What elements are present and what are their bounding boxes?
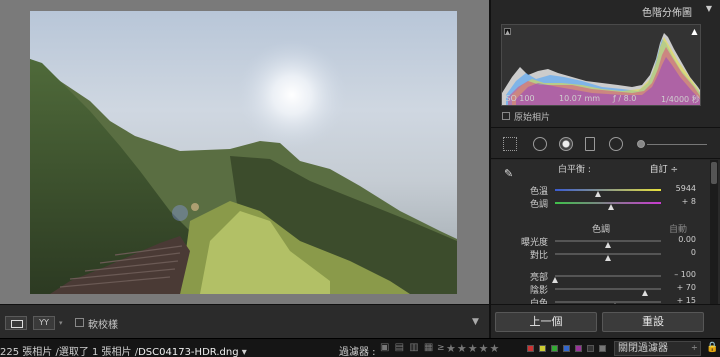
slider-label: 陰影 bbox=[529, 286, 548, 296]
slider-value[interactable]: – 100 bbox=[674, 270, 696, 279]
focal-length-value: 10.07 mm bbox=[559, 94, 601, 103]
slider-value[interactable]: 0.00 bbox=[678, 235, 696, 244]
slider-value[interactable]: + 8 bbox=[682, 197, 696, 206]
aperture-value: ƒ / 8.0 bbox=[613, 94, 637, 103]
original-photo-label: 原始相片 bbox=[514, 113, 551, 123]
histogram-header[interactable]: 色階分佈圖 ▼ bbox=[491, 0, 720, 20]
slider-thumb[interactable] bbox=[608, 204, 615, 210]
slider-value[interactable]: 5944 bbox=[676, 184, 696, 193]
filter-lock-icon[interactable]: 🔒 bbox=[706, 342, 718, 353]
histogram-title: 色階分佈圖 bbox=[642, 8, 692, 19]
compare-options-chevron-icon[interactable]: ▾ bbox=[59, 319, 63, 327]
color-label-green[interactable] bbox=[551, 345, 558, 352]
slider-label: 對比 bbox=[529, 251, 548, 261]
tool-strip bbox=[491, 127, 720, 159]
exposure-slider-row[interactable]: 曝光度 0.00 bbox=[491, 235, 720, 248]
slider-track[interactable] bbox=[555, 301, 661, 309]
compare-view-button[interactable]: YY bbox=[33, 316, 55, 330]
spot-removal-tool-icon[interactable] bbox=[533, 137, 547, 151]
color-label-none[interactable] bbox=[587, 345, 594, 352]
landscape-photo bbox=[30, 40, 457, 294]
white-balance-select[interactable]: 自訂 ÷ bbox=[650, 162, 678, 175]
filename-link[interactable]: DSC04173-HDR.dng bbox=[138, 347, 238, 357]
photo-canvas-area bbox=[0, 0, 489, 304]
color-label-purple[interactable] bbox=[575, 345, 582, 352]
selection-info: 225 張相片 /選取了 1 張相片 /DSC04173-HDR.dng ▾ bbox=[0, 343, 247, 357]
scrollbar-thumb[interactable] bbox=[711, 162, 717, 184]
shadow-clipping-indicator[interactable]: ▲ bbox=[504, 28, 511, 36]
slider-track[interactable] bbox=[555, 240, 661, 248]
filter-select-chevron-icon[interactable]: ÷ bbox=[691, 343, 698, 352]
photo-count-text: 225 張相片 /選取了 1 張相片 / bbox=[0, 347, 139, 357]
shadows-slider-row[interactable]: 陰影 + 70 bbox=[491, 283, 720, 296]
develop-right-panel: 色階分佈圖 ▼ ▲ ▲ ISO 100 10.07 mm ƒ / 8.0 1/4… bbox=[489, 0, 720, 338]
contrast-slider-row[interactable]: 對比 0 bbox=[491, 248, 720, 261]
iso-value: ISO 100 bbox=[503, 94, 535, 103]
filename-chevron-icon[interactable]: ▾ bbox=[242, 347, 247, 357]
radial-filter-tool-icon[interactable] bbox=[609, 137, 623, 151]
slider-track[interactable] bbox=[555, 189, 661, 197]
flag-filter-icons[interactable]: ▣ ▤ ▥ ▦ bbox=[380, 342, 434, 353]
toolbar-menu-chevron-icon[interactable]: ▼ bbox=[472, 317, 479, 327]
filter-off-select[interactable]: 關閉過濾器 bbox=[614, 341, 701, 356]
slider-value[interactable]: 0 bbox=[691, 248, 696, 257]
highlights-slider-row[interactable]: 亮部 – 100 bbox=[491, 270, 720, 283]
reset-button[interactable]: 重設 bbox=[602, 312, 704, 332]
filter-label: 過濾器 : bbox=[339, 347, 376, 357]
adjustment-brush-tool-icon[interactable] bbox=[637, 140, 645, 148]
original-photo-checkbox[interactable] bbox=[502, 112, 510, 120]
softproof-checkbox[interactable] bbox=[75, 318, 84, 327]
crop-tool-icon[interactable] bbox=[503, 137, 517, 151]
tint-slider-row[interactable]: 色調 + 8 bbox=[491, 197, 720, 210]
slider-track[interactable] bbox=[555, 288, 661, 296]
graduated-filter-tool-icon[interactable] bbox=[585, 137, 595, 151]
loupe-view-button[interactable] bbox=[5, 316, 27, 330]
red-eye-tool-icon[interactable] bbox=[559, 137, 573, 151]
highlight-clipping-indicator[interactable]: ▲ bbox=[691, 28, 698, 36]
white-balance-label: 白平衡 : bbox=[558, 165, 591, 175]
slider-label: 曝光度 bbox=[520, 238, 548, 248]
histogram-exif-info: ISO 100 10.07 mm ƒ / 8.0 1/4000 秒 bbox=[501, 94, 701, 104]
previous-button[interactable]: 上一個 bbox=[495, 312, 597, 332]
rating-filter-stars[interactable]: ★★★★★ bbox=[446, 342, 500, 355]
slider-thumb[interactable] bbox=[605, 255, 611, 261]
panel-button-bar: 上一個 重設 bbox=[489, 304, 720, 338]
color-label-red[interactable] bbox=[527, 345, 534, 352]
tone-section-label: 色調 bbox=[592, 225, 611, 235]
brush-slider-track[interactable] bbox=[647, 144, 707, 145]
tone-auto-button[interactable]: 自動 bbox=[669, 222, 687, 235]
slider-track[interactable] bbox=[555, 202, 661, 210]
temperature-slider-row[interactable]: 色溫 5944 bbox=[491, 184, 720, 197]
white-balance-eyedropper-icon[interactable]: ✎ bbox=[504, 167, 518, 181]
shutter-value: 1/4000 秒 bbox=[661, 95, 700, 104]
slider-label: 亮部 bbox=[529, 273, 548, 283]
photo-preview[interactable] bbox=[30, 11, 457, 294]
rating-operator[interactable]: ≥ bbox=[437, 343, 445, 353]
color-label-blue[interactable] bbox=[563, 345, 570, 352]
slider-label: 色溫 bbox=[529, 187, 548, 197]
softproof-label: 軟校樣 bbox=[88, 320, 118, 331]
slider-track[interactable] bbox=[555, 253, 661, 261]
view-toolbar: YY ▾ 軟校樣 ▼ bbox=[0, 304, 489, 338]
collapse-triangle-icon[interactable]: ▼ bbox=[706, 4, 712, 13]
slider-value[interactable]: + 70 bbox=[677, 283, 696, 292]
filmstrip-bar: 225 張相片 /選取了 1 張相片 /DSC04173-HDR.dng ▾ 過… bbox=[0, 338, 720, 357]
slider-track[interactable] bbox=[552, 275, 661, 283]
color-label-yellow[interactable] bbox=[539, 345, 546, 352]
color-label-other[interactable] bbox=[599, 345, 606, 352]
slider-label: 色調 bbox=[529, 200, 548, 210]
